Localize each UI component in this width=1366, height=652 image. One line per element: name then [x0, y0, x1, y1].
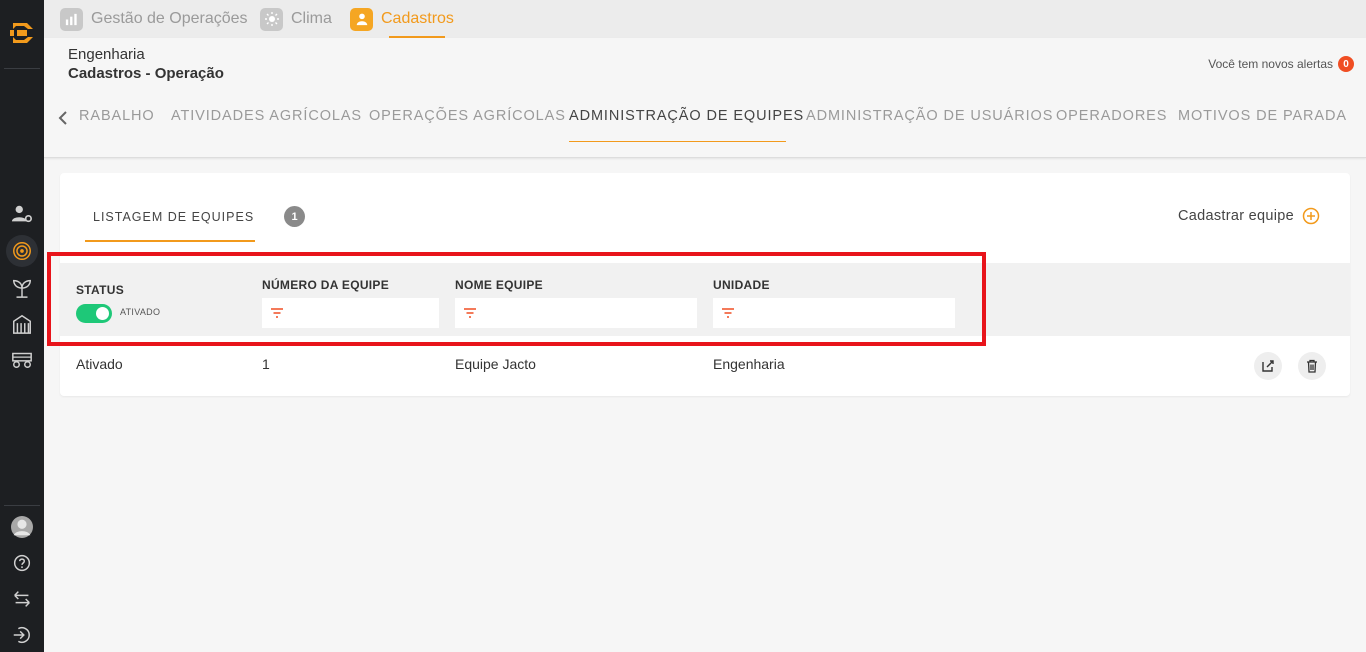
delete-button[interactable] [1298, 352, 1326, 380]
nav-label: Cadastros [381, 10, 454, 27]
add-team-button[interactable]: Cadastrar equipe [1178, 207, 1320, 225]
cell-numero: 1 [262, 356, 270, 372]
numero-filter-input[interactable] [262, 298, 439, 328]
trash-icon [1307, 359, 1317, 373]
page-header: Engenharia Cadastros - Operação Você tem… [44, 38, 1366, 158]
tab-active-indicator [569, 141, 786, 142]
help-icon[interactable] [10, 551, 34, 575]
teams-card: LISTAGEM DE EQUIPES 1 Cadastrar equipe S… [60, 173, 1350, 396]
sun-icon [260, 7, 283, 31]
tab-motivos-parada[interactable]: MOTIVOS DE PARADA [1178, 108, 1347, 124]
nav-clima[interactable]: Clima [260, 0, 332, 38]
sidebar-divider [4, 68, 40, 69]
edit-icon [1262, 360, 1274, 372]
status-header: STATUS [76, 283, 125, 297]
logout-icon[interactable] [10, 623, 34, 647]
edit-button[interactable] [1254, 352, 1282, 380]
cell-unidade: Engenharia [713, 356, 785, 372]
breadcrumb-org: Engenharia [68, 46, 145, 63]
user-icon [350, 7, 373, 31]
top-navigation: Gestão de Operações Clima Cadastros [44, 0, 1366, 38]
tab-trabalho[interactable]: RABALHO [79, 108, 155, 124]
tab-operacoes-agricolas[interactable]: OPERAÇÕES AGRÍCOLAS [369, 108, 566, 124]
silo-icon[interactable] [10, 312, 34, 336]
tab-operadores[interactable]: OPERADORES [1056, 108, 1167, 124]
chart-icon [60, 7, 83, 31]
unidade-header: UNIDADE [713, 278, 770, 292]
nav-cadastros[interactable]: Cadastros [350, 0, 454, 38]
count-badge: 1 [284, 206, 305, 227]
alerts-notice[interactable]: Você tem novos alertas 0 [1208, 56, 1354, 72]
target-icon[interactable] [6, 235, 38, 267]
nav-label: Clima [291, 10, 332, 27]
status-toggle-label: ATIVADO [120, 307, 161, 317]
filter-icon [271, 308, 283, 318]
status-toggle[interactable] [76, 304, 112, 323]
cell-nome: Equipe Jacto [455, 356, 536, 372]
nav-label: Gestão de Operações [91, 10, 248, 27]
numero-header: NÚMERO DA EQUIPE [262, 278, 390, 292]
unidade-filter-input[interactable] [713, 298, 955, 328]
nav-gestao-operacoes[interactable]: Gestão de Operações [60, 0, 248, 38]
sidebar [0, 0, 44, 652]
user-settings-icon[interactable] [10, 202, 34, 226]
tab-administracao-equipes[interactable]: ADMINISTRAÇÃO DE EQUIPES [569, 108, 804, 124]
page-title: Cadastros - Operação [68, 65, 224, 82]
add-team-label: Cadastrar equipe [1177, 208, 1294, 224]
logo-icon[interactable] [7, 18, 37, 48]
nome-filter-input[interactable] [455, 298, 697, 328]
plant-icon[interactable] [10, 276, 34, 300]
switch-icon[interactable] [10, 587, 34, 611]
table-row: Ativado 1 Equipe Jacto Engenharia [60, 336, 1350, 396]
tab-listagem-equipes[interactable]: LISTAGEM DE EQUIPES [93, 210, 254, 224]
avatar[interactable] [10, 515, 34, 539]
card-tab-indicator [85, 240, 255, 242]
tab-atividades-agricolas[interactable]: ATIVIDADES AGRÍCOLAS [171, 108, 362, 124]
section-tabs: RABALHO ATIVIDADES AGRÍCOLAS OPERAÇÕES A… [44, 96, 1366, 142]
tractor-icon[interactable] [10, 347, 34, 371]
alerts-badge: 0 [1338, 56, 1354, 72]
alerts-text: Você tem novos alertas [1208, 57, 1333, 71]
nome-header: NOME EQUIPE [455, 278, 543, 292]
sidebar-divider [4, 505, 40, 506]
cell-status: Ativado [76, 356, 123, 372]
filter-icon [464, 308, 476, 318]
plus-circle-icon [1302, 207, 1320, 225]
filter-icon [722, 308, 734, 318]
tab-administracao-usuarios[interactable]: ADMINISTRAÇÃO DE USUÁRIOS [806, 108, 1053, 124]
filter-row: STATUS ATIVADO NÚMERO DA EQUIPE NOME EQU… [60, 263, 1350, 336]
chevron-left-icon[interactable] [56, 108, 70, 128]
